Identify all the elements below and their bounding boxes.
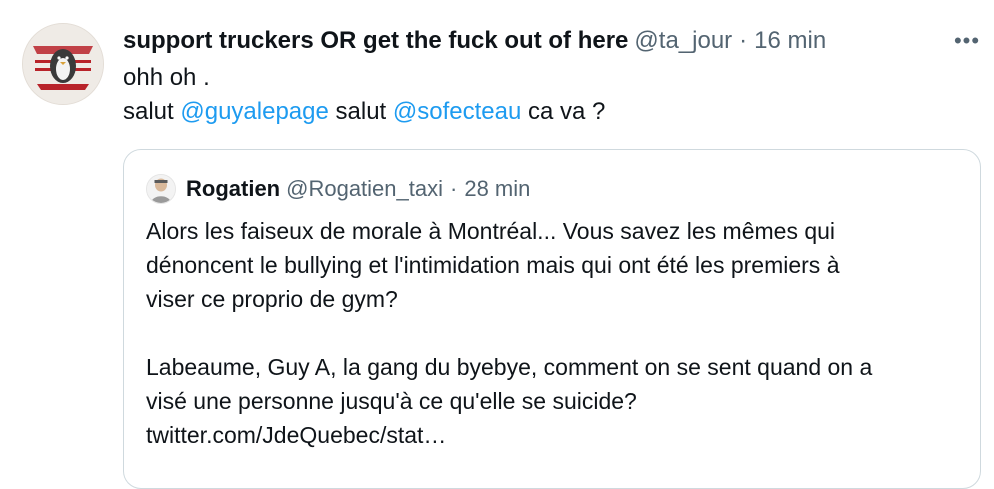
tweet-text-line-1: ohh oh . xyxy=(123,64,210,91)
quoted-tweet-header: Rogatien @Rogatien_taxi · 28 min xyxy=(146,174,530,204)
text-segment: ca va ? xyxy=(528,98,606,125)
quoted-tweet-text: Alors les faiseux de morale à Montréal..… xyxy=(146,214,966,452)
text-line: viser ce proprio de gym? xyxy=(146,286,398,312)
text-line: Alors les faiseux de morale à Montréal..… xyxy=(146,218,836,244)
quoted-timestamp[interactable]: 28 min xyxy=(464,176,530,202)
quoted-avatar-image xyxy=(147,175,175,203)
quoted-user-handle[interactable]: @Rogatien_taxi xyxy=(286,176,443,202)
timestamp[interactable]: 16 min xyxy=(754,27,826,55)
display-name[interactable]: support truckers OR get the fuck out of … xyxy=(123,27,628,55)
user-handle[interactable]: @ta_jour xyxy=(634,27,732,55)
separator-dot: · xyxy=(739,27,748,54)
user-avatar[interactable] xyxy=(22,23,104,105)
separator-dot: · xyxy=(450,176,458,201)
text-segment: salut xyxy=(335,98,387,125)
quoted-url-link[interactable]: twitter.com/JdeQuebec/stat… xyxy=(146,418,966,452)
tweet[interactable]: support truckers OR get the fuck out of … xyxy=(0,0,994,489)
tweet-text-line-2: salut @guyalepage salut @sofecteau ca va… xyxy=(123,98,605,126)
tweet-header: support truckers OR get the fuck out of … xyxy=(123,26,826,56)
mention-link-guyalepage[interactable]: @guyalepage xyxy=(180,98,328,125)
text-line: visé une personne jusqu'à ce qu'elle se … xyxy=(146,388,637,414)
quoted-tweet-card[interactable]: Rogatien @Rogatien_taxi · 28 min Alors l… xyxy=(123,149,981,489)
text-line: dénoncent le bullying et l'intimidation … xyxy=(146,252,840,278)
avatar-image xyxy=(23,24,103,104)
quoted-user-avatar[interactable] xyxy=(146,174,176,204)
quoted-display-name[interactable]: Rogatien xyxy=(186,176,280,202)
text-segment: salut xyxy=(123,98,174,125)
more-options-icon[interactable]: ••• xyxy=(950,28,984,54)
mention-link-sofecteau[interactable]: @sofecteau xyxy=(393,98,521,125)
text-line: Labeaume, Guy A, la gang du byebye, comm… xyxy=(146,354,873,380)
